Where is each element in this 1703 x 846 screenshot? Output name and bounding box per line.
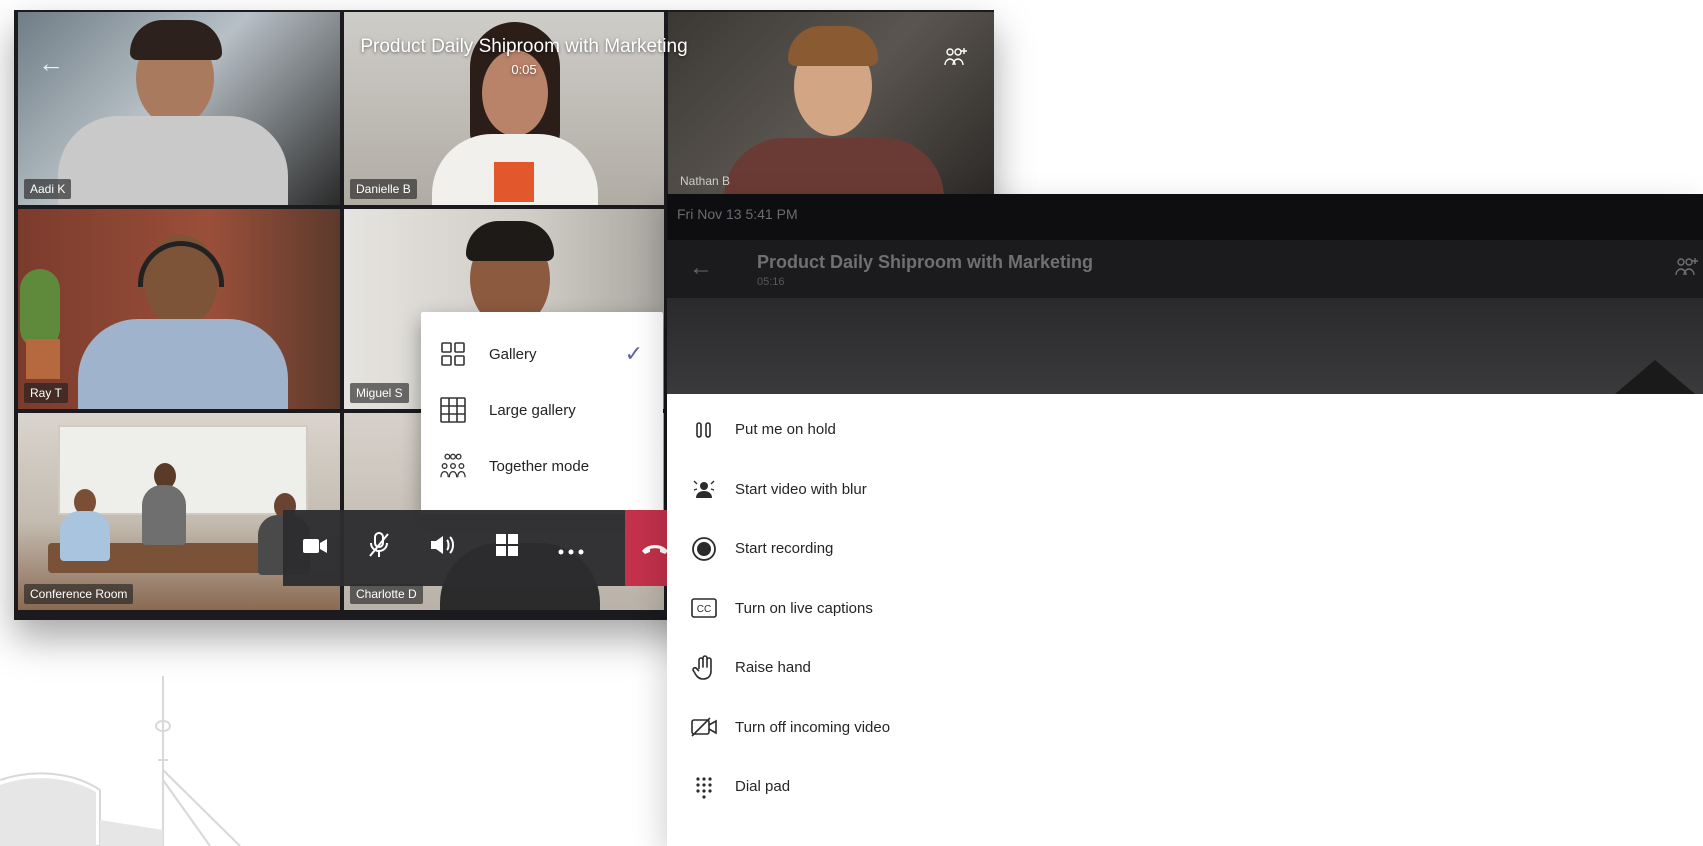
view-option-label: Large gallery <box>489 401 576 419</box>
action-turn-off-incoming-video[interactable]: Turn off incoming video <box>667 698 1703 758</box>
action-label: Turn on live captions <box>735 599 873 617</box>
speaker-icon <box>429 534 457 562</box>
back-arrow-icon[interactable]: ← <box>689 254 713 282</box>
mute-button[interactable] <box>347 510 411 586</box>
meeting-header: Product Daily Shiproom with Marketing 0:… <box>334 36 714 77</box>
video-shape <box>1615 360 1695 394</box>
mic-off-icon <box>367 531 391 565</box>
layout-button[interactable] <box>475 510 539 586</box>
layout-grid-icon <box>495 533 519 563</box>
meeting-title: Product Daily Shiproom with Marketing <box>360 36 688 57</box>
screenshot-stage: Aadi K Danielle B Nathan B Ray T Miguel … <box>0 0 1703 846</box>
checkmark-icon: ✓ <box>624 341 643 366</box>
camera-button[interactable] <box>283 510 347 586</box>
status-bar: Fri Nov 13 5:41 PM <box>667 194 1703 240</box>
call-control-bar <box>283 510 667 586</box>
participant-name: Nathan B <box>680 174 731 188</box>
call-timer: 0:05 <box>511 62 537 77</box>
participant-name: Aadi K <box>24 179 72 199</box>
action-put-on-hold[interactable]: Put me on hold <box>667 400 1703 460</box>
participant-tile[interactable]: Ray T <box>18 209 340 409</box>
meeting-title: Product Daily Shiproom with Marketing <box>757 252 1094 272</box>
hold-icon <box>689 415 719 445</box>
hang-up-icon <box>640 534 670 562</box>
action-start-recording[interactable]: Start recording <box>667 519 1703 579</box>
participant-name: Charlotte D <box>350 584 423 604</box>
participant-name: Conference Room <box>24 584 134 604</box>
participant-name: Ray T <box>24 383 68 403</box>
view-option-label: Together mode <box>489 457 590 475</box>
action-label: Start recording <box>735 540 834 558</box>
action-label: Put me on hold <box>735 421 836 439</box>
tablet-call-window: Fri Nov 13 5:41 PM ← Product Daily Shipr… <box>667 194 1703 846</box>
more-options-button[interactable] <box>539 510 603 586</box>
captions-icon: CC <box>689 593 719 623</box>
gallery-grid-icon <box>439 340 467 368</box>
speaker-button[interactable] <box>411 510 475 586</box>
action-live-captions[interactable]: CC Turn on live captions <box>667 579 1703 639</box>
participant-tile[interactable]: Nathan B <box>668 12 994 205</box>
action-label: Start video with blur <box>735 480 867 498</box>
large-gallery-grid-icon <box>439 396 467 424</box>
view-option-together-mode[interactable]: Together mode <box>421 438 663 494</box>
view-option-label: Gallery <box>489 345 537 363</box>
svg-text:CC: CC <box>697 604 711 615</box>
raise-hand-icon <box>689 653 719 683</box>
participant-name: Miguel S <box>350 383 409 403</box>
action-raise-hand[interactable]: Raise hand <box>667 638 1703 698</box>
record-icon <box>689 534 719 564</box>
action-dial-pad[interactable]: Dial pad <box>667 757 1703 817</box>
call-timer: 05:16 <box>757 276 785 288</box>
view-option-large-gallery[interactable]: Large gallery <box>421 382 663 438</box>
action-label: Dial pad <box>735 778 791 796</box>
camera-icon <box>302 535 328 561</box>
video-off-icon <box>689 712 719 742</box>
tablet-meeting-header: ← Product Daily Shiproom with Marketing … <box>667 240 1703 298</box>
participant-tile[interactable]: Aadi K <box>18 12 340 205</box>
view-option-gallery[interactable]: Gallery ✓ <box>421 326 663 382</box>
skyline-watermark <box>0 676 241 846</box>
add-people-icon[interactable] <box>944 46 968 73</box>
together-mode-icon <box>439 452 467 480</box>
participant-name: Danielle B <box>350 179 417 199</box>
action-start-video-blur[interactable]: Start video with blur <box>667 460 1703 520</box>
blur-video-icon <box>689 474 719 504</box>
back-arrow-icon[interactable]: ← <box>38 48 64 79</box>
more-actions-list: Put me on hold Start video with blur Sta… <box>667 400 1703 817</box>
dial-pad-icon <box>689 772 719 802</box>
dimmed-video-area <box>667 298 1703 394</box>
status-datetime: Fri Nov 13 5:41 PM <box>677 206 798 222</box>
add-people-icon[interactable] <box>1675 256 1699 283</box>
more-options-icon <box>558 535 584 561</box>
action-label: Raise hand <box>735 659 811 677</box>
view-switcher-menu: Gallery ✓ Large gallery Together mode <box>421 312 663 514</box>
action-label: Turn off incoming video <box>735 718 891 736</box>
